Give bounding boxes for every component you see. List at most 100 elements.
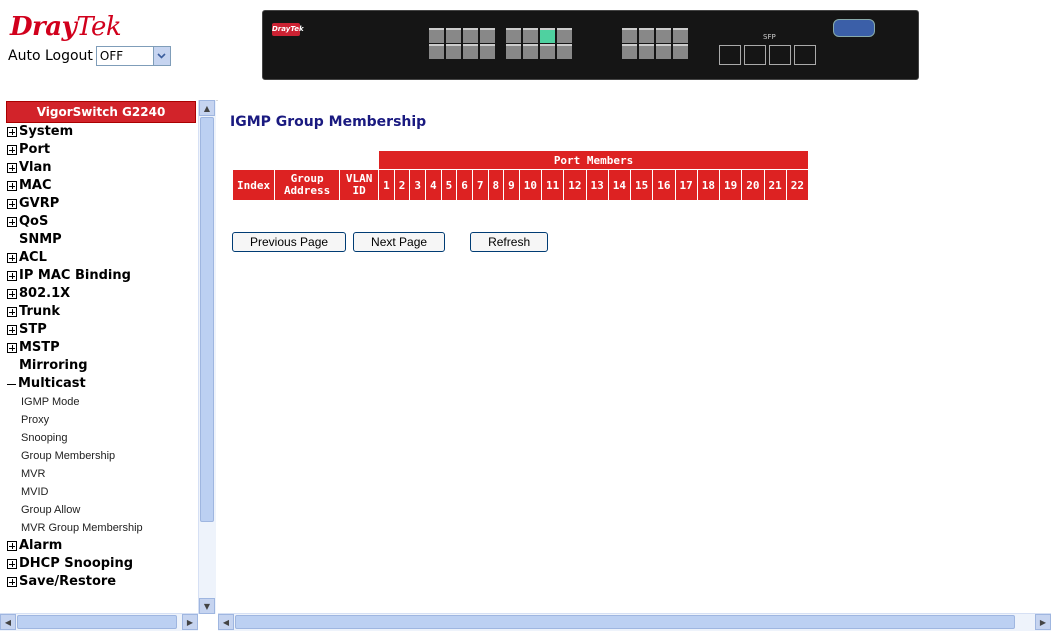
menu-item-trunk[interactable]: Trunk bbox=[6, 303, 196, 321]
refresh-button[interactable]: Refresh bbox=[470, 232, 549, 252]
port-col bbox=[621, 27, 638, 63]
menu-item-qos[interactable]: QoS bbox=[6, 213, 196, 231]
menu-item-multicast[interactable]: Multicast bbox=[6, 375, 196, 393]
port-col bbox=[655, 27, 672, 63]
menu-item-save-restore[interactable]: Save/Restore bbox=[6, 573, 196, 591]
port-icon bbox=[429, 44, 444, 59]
collapse-minus-icon[interactable] bbox=[7, 380, 16, 389]
menu-item-gvrp[interactable]: GVRP bbox=[6, 195, 196, 213]
menu-item-alarm[interactable]: Alarm bbox=[6, 537, 196, 555]
port-col bbox=[479, 27, 496, 63]
submenu-item-igmp-mode[interactable]: IGMP Mode bbox=[6, 393, 196, 411]
expand-plus-icon[interactable] bbox=[7, 559, 17, 569]
menu-item-label: Vlan bbox=[19, 160, 52, 175]
port-col bbox=[539, 27, 556, 63]
previous-page-button[interactable]: Previous Page bbox=[232, 232, 347, 252]
chevron-down-icon[interactable] bbox=[152, 47, 170, 65]
menu-item-label: Alarm bbox=[19, 538, 63, 553]
menu-item-system[interactable]: System bbox=[6, 123, 196, 141]
port-icon bbox=[480, 28, 495, 43]
expand-plus-icon[interactable] bbox=[7, 541, 17, 551]
scroll-left-icon[interactable]: ◀ bbox=[218, 614, 234, 630]
navigation-menu: VigorSwitch G2240 System Port Vlan MAC GVRP Q… bbox=[6, 100, 196, 614]
port-icon bbox=[656, 44, 671, 59]
port-col bbox=[462, 27, 479, 63]
menu-item-snmp[interactable]: SNMP bbox=[6, 231, 196, 249]
menu-item-label: System bbox=[19, 124, 74, 139]
menu-item-acl[interactable]: ACL bbox=[6, 249, 196, 267]
auto-logout-select[interactable]: OFF bbox=[95, 46, 171, 66]
expand-plus-icon[interactable] bbox=[7, 199, 17, 209]
scroll-thumb[interactable] bbox=[200, 117, 214, 522]
port-icon bbox=[463, 28, 478, 43]
menu-items: System Port Vlan MAC GVRP QoS SNMP ACL IP MAC Bi… bbox=[6, 123, 196, 591]
port-column-header: 9 bbox=[504, 170, 519, 200]
port-group-3 bbox=[621, 27, 689, 63]
port-icon bbox=[557, 44, 572, 59]
menu-item-ip-mac-binding[interactable]: IP MAC Binding bbox=[6, 267, 196, 285]
submenu-item-mvid[interactable]: MVID bbox=[6, 483, 196, 501]
scroll-thumb[interactable] bbox=[17, 615, 177, 629]
sfp-port-icon bbox=[719, 45, 741, 65]
menu-item-stp[interactable]: STP bbox=[6, 321, 196, 339]
top-frame: DrayTek Auto Logout OFF DrayTek SFP bbox=[0, 0, 1051, 101]
submenu-item-group-allow[interactable]: Group Allow bbox=[6, 501, 196, 519]
port-icon bbox=[446, 28, 461, 43]
menu-item-802-1x[interactable]: 802.1X bbox=[6, 285, 196, 303]
scroll-right-icon[interactable]: ▶ bbox=[182, 614, 198, 630]
table-blank-header bbox=[233, 151, 378, 169]
expand-plus-icon[interactable] bbox=[7, 343, 17, 353]
menu-item-label: Save/Restore bbox=[19, 574, 117, 589]
expand-plus-icon[interactable] bbox=[7, 181, 17, 191]
expand-plus-icon[interactable] bbox=[7, 307, 17, 317]
scroll-left-icon[interactable]: ◀ bbox=[0, 614, 16, 630]
port-column-header: 4 bbox=[426, 170, 441, 200]
expand-plus-icon[interactable] bbox=[7, 217, 17, 227]
sfp-ports bbox=[719, 45, 819, 65]
column-header-group-address: Group Address bbox=[275, 170, 340, 200]
menu-item-vlan[interactable]: Vlan bbox=[6, 159, 196, 177]
expand-plus-icon[interactable] bbox=[7, 163, 17, 173]
scroll-right-icon[interactable]: ▶ bbox=[1035, 614, 1051, 630]
submenu-item-mvr[interactable]: MVR bbox=[6, 465, 196, 483]
menu-item-mac[interactable]: MAC bbox=[6, 177, 196, 195]
menu-item-label: SNMP bbox=[19, 232, 62, 247]
device-brand-icon: DrayTek bbox=[272, 23, 304, 36]
expand-plus-icon[interactable] bbox=[7, 253, 17, 263]
expand-plus-icon[interactable] bbox=[7, 271, 17, 281]
expand-plus-icon[interactable] bbox=[7, 325, 17, 335]
menu-item-label: STP bbox=[19, 322, 47, 337]
sfp-port-icon bbox=[744, 45, 766, 65]
next-page-button[interactable]: Next Page bbox=[353, 232, 446, 252]
expand-plus-icon[interactable] bbox=[7, 577, 17, 587]
scroll-thumb[interactable] bbox=[235, 615, 1015, 629]
port-column-header: 21 bbox=[764, 170, 786, 200]
menu-item-label: ACL bbox=[19, 250, 47, 265]
menu-item-dhcp-snooping[interactable]: DHCP Snooping bbox=[6, 555, 196, 573]
scroll-up-icon[interactable]: ▲ bbox=[199, 100, 215, 116]
switch-panel-image: DrayTek SFP bbox=[262, 10, 919, 80]
submenu-item-proxy[interactable]: Proxy bbox=[6, 411, 196, 429]
submenu-item-mvr-group-membership[interactable]: MVR Group Membership bbox=[6, 519, 196, 537]
expand-plus-icon[interactable] bbox=[7, 145, 17, 155]
port-icon bbox=[506, 28, 521, 43]
expand-plus-icon[interactable] bbox=[7, 289, 17, 299]
menu-vertical-scrollbar[interactable]: ▲ ▼ bbox=[198, 100, 216, 614]
expand-plus-icon[interactable] bbox=[7, 127, 17, 137]
menu-item-mstp[interactable]: MSTP bbox=[6, 339, 196, 357]
submenu-item-group-membership[interactable]: Group Membership bbox=[6, 447, 196, 465]
port-column-header: 13 bbox=[586, 170, 608, 200]
port-icon bbox=[523, 28, 538, 43]
page-title: IGMP Group Membership bbox=[230, 114, 427, 130]
menu-item-label: Mirroring bbox=[19, 358, 88, 373]
port-column-header: 19 bbox=[720, 170, 742, 200]
menu-item-mirroring[interactable]: Mirroring bbox=[6, 357, 196, 375]
port-col bbox=[672, 27, 689, 63]
logo-sub-text: Tek bbox=[76, 12, 122, 42]
menu-horizontal-scrollbar[interactable]: ◀ ▶ bbox=[0, 613, 198, 631]
port-active-icon bbox=[540, 28, 555, 43]
main-horizontal-scrollbar[interactable]: ◀ ▶ bbox=[218, 613, 1051, 631]
menu-item-port[interactable]: Port bbox=[6, 141, 196, 159]
submenu-item-snooping[interactable]: Snooping bbox=[6, 429, 196, 447]
scroll-down-icon[interactable]: ▼ bbox=[199, 598, 215, 614]
